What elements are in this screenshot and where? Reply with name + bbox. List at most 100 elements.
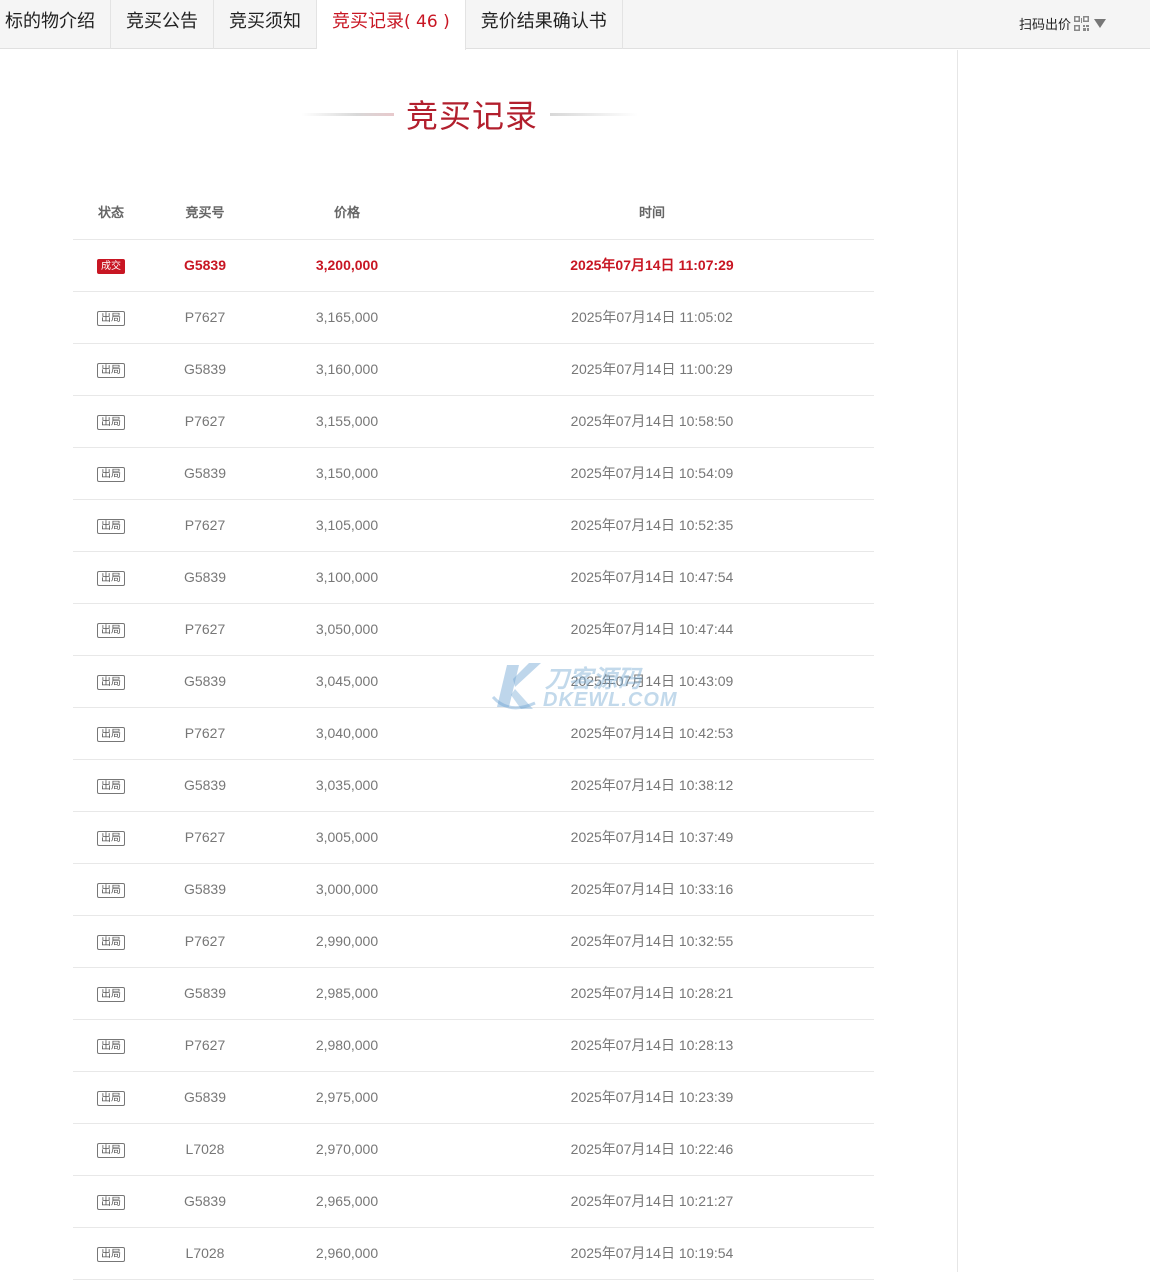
qr-code-icon (1074, 15, 1090, 31)
tab-bid-records[interactable]: 竞买记录( 46 ) (317, 0, 466, 50)
price-cell: 3,165,000 (315, 309, 379, 325)
table-row: 出局 P7627 2,980,000 2025年07月14日 10:28:13 (73, 1020, 874, 1072)
price-cell: 3,105,000 (315, 517, 379, 533)
status-cell: 出局 (73, 656, 149, 706)
table-row: 出局 P7627 3,050,000 2025年07月14日 10:47:44 (73, 604, 874, 656)
table-row: 出局 G5839 3,035,000 2025年07月14日 10:38:12 (73, 760, 874, 812)
table-row: 出局 P7627 3,040,000 2025年07月14日 10:42:53 (73, 708, 874, 760)
price-cell: 3,155,000 (315, 413, 379, 429)
bidder-cell: G5839 (183, 881, 227, 897)
time-cell: 2025年07月14日 10:42:53 (570, 725, 734, 741)
bidder-cell: P7627 (184, 413, 226, 429)
status-badge: 出局 (97, 934, 125, 950)
table-row: 出局 L7028 2,960,000 2025年07月14日 10:19:54 (73, 1228, 874, 1280)
status-badge: 成交 (97, 258, 125, 274)
bid-records-table: 状态 竞买号 价格 时间 成交 G5839 3,200,000 2025年07月14日… (73, 188, 874, 1280)
time-cell: 2025年07月14日 11:07:29 (570, 257, 734, 273)
table-body: 成交 G5839 3,200,000 2025年07月14日 11:07:29 出局 P7… (73, 240, 874, 1280)
status-badge: 出局 (97, 778, 125, 794)
bidder-cell: P7627 (184, 933, 226, 949)
status-cell: 出局 (73, 344, 149, 394)
time-cell: 2025年07月14日 10:33:16 (570, 881, 734, 897)
time-cell: 2025年07月14日 10:21:27 (570, 1193, 734, 1209)
tab-label: 竞价结果确认书 (480, 11, 607, 32)
tab-announcement[interactable]: 竞买公告 (111, 0, 214, 49)
price-cell: 2,975,000 (315, 1089, 379, 1105)
table-row: 出局 G5839 2,985,000 2025年07月14日 10:28:21 (73, 968, 874, 1020)
bidder-cell: P7627 (184, 621, 226, 637)
bidder-cell: G5839 (183, 257, 227, 273)
tab-label: 竞买记录 (332, 11, 404, 32)
price-cell: 3,035,000 (315, 777, 379, 793)
status-badge: 出局 (97, 310, 125, 326)
bidder-cell: G5839 (183, 673, 227, 689)
tab-bar: 标的物介绍 竞买公告 竞买须知 竞买记录( 46 ) 竞价结果确认书 扫码出价 (0, 0, 1150, 50)
sidebar-divider (957, 50, 958, 1272)
status-cell: 出局 (73, 760, 149, 810)
status-badge: 出局 (97, 726, 125, 742)
time-cell: 2025年07月14日 10:28:21 (570, 985, 734, 1001)
table-row: 出局 G5839 3,160,000 2025年07月14日 11:00:29 (73, 344, 874, 396)
status-badge: 出局 (97, 1246, 125, 1262)
table-row: 出局 P7627 3,005,000 2025年07月14日 10:37:49 (73, 812, 874, 864)
tab-item-intro[interactable]: 标的物介绍 (0, 0, 111, 49)
bidder-cell: G5839 (183, 569, 227, 585)
bidder-cell: G5839 (183, 465, 227, 481)
status-badge: 出局 (97, 1194, 125, 1210)
status-cell: 出局 (73, 1124, 149, 1174)
table-row: 出局 G5839 3,000,000 2025年07月14日 10:33:16 (73, 864, 874, 916)
table-row: 出局 P7627 2,990,000 2025年07月14日 10:32:55 (73, 916, 874, 968)
tab-notice[interactable]: 竞买须知 (214, 0, 317, 49)
bidder-cell: P7627 (184, 1037, 226, 1053)
status-badge: 出局 (97, 570, 125, 586)
time-cell: 2025年07月14日 10:58:50 (570, 413, 734, 429)
bidder-cell: G5839 (183, 361, 227, 377)
status-badge: 出局 (97, 1038, 125, 1054)
time-cell: 2025年07月14日 10:23:39 (570, 1089, 734, 1105)
table-row: 出局 P7627 3,155,000 2025年07月14日 10:58:50 (73, 396, 874, 448)
status-cell: 出局 (73, 812, 149, 862)
price-cell: 2,990,000 (315, 933, 379, 949)
status-badge: 出局 (97, 518, 125, 534)
scan-to-bid-label: 扫码出价 (1019, 17, 1072, 33)
status-cell: 出局 (73, 292, 149, 342)
price-cell: 3,045,000 (315, 673, 379, 689)
price-cell: 3,040,000 (315, 725, 379, 741)
time-cell: 2025年07月14日 10:32:55 (570, 933, 734, 949)
tab-label: 标的物介绍 (5, 11, 95, 32)
status-cell: 出局 (73, 916, 149, 966)
bidder-cell: G5839 (183, 1089, 227, 1105)
status-badge: 出局 (97, 882, 125, 898)
status-cell: 出局 (73, 968, 149, 1018)
table-row: 出局 G5839 3,150,000 2025年07月14日 10:54:09 (73, 448, 874, 500)
bidder-cell: L7028 (185, 1141, 225, 1157)
header-price: 价格 (333, 206, 360, 221)
time-cell: 2025年07月14日 10:22:46 (570, 1141, 734, 1157)
table-row-winner: 成交 G5839 3,200,000 2025年07月14日 11:07:29 (73, 240, 874, 292)
bidder-cell: G5839 (183, 1193, 227, 1209)
status-badge: 出局 (97, 674, 125, 690)
status-badge: 出局 (97, 1142, 125, 1158)
status-badge: 出局 (97, 830, 125, 846)
time-cell: 2025年07月14日 10:19:54 (570, 1245, 734, 1261)
price-cell: 3,000,000 (315, 881, 379, 897)
tab-list: 标的物介绍 竞买公告 竞买须知 竞买记录( 46 ) 竞价结果确认书 (0, 0, 623, 50)
bidder-cell: L7028 (185, 1245, 225, 1261)
time-cell: 2025年07月14日 10:28:13 (570, 1037, 734, 1053)
table-row: 出局 G5839 3,100,000 2025年07月14日 10:47:54 (73, 552, 874, 604)
status-badge: 出局 (97, 414, 125, 430)
bidder-cell: G5839 (183, 777, 227, 793)
price-cell: 2,985,000 (315, 985, 379, 1001)
status-cell: 出局 (73, 500, 149, 550)
price-cell: 3,200,000 (315, 257, 379, 273)
time-cell: 2025年07月14日 10:43:09 (570, 673, 734, 689)
scan-to-bid-button[interactable]: 扫码出价 (1019, 13, 1107, 33)
title-divider-right (550, 112, 638, 116)
status-cell: 出局 (73, 552, 149, 602)
tab-result-confirmation[interactable]: 竞价结果确认书 (466, 0, 623, 49)
price-cell: 3,150,000 (315, 465, 379, 481)
price-cell: 3,160,000 (315, 361, 379, 377)
status-cell: 出局 (73, 1228, 149, 1278)
status-badge: 出局 (97, 1090, 125, 1106)
status-cell: 出局 (73, 1020, 149, 1070)
